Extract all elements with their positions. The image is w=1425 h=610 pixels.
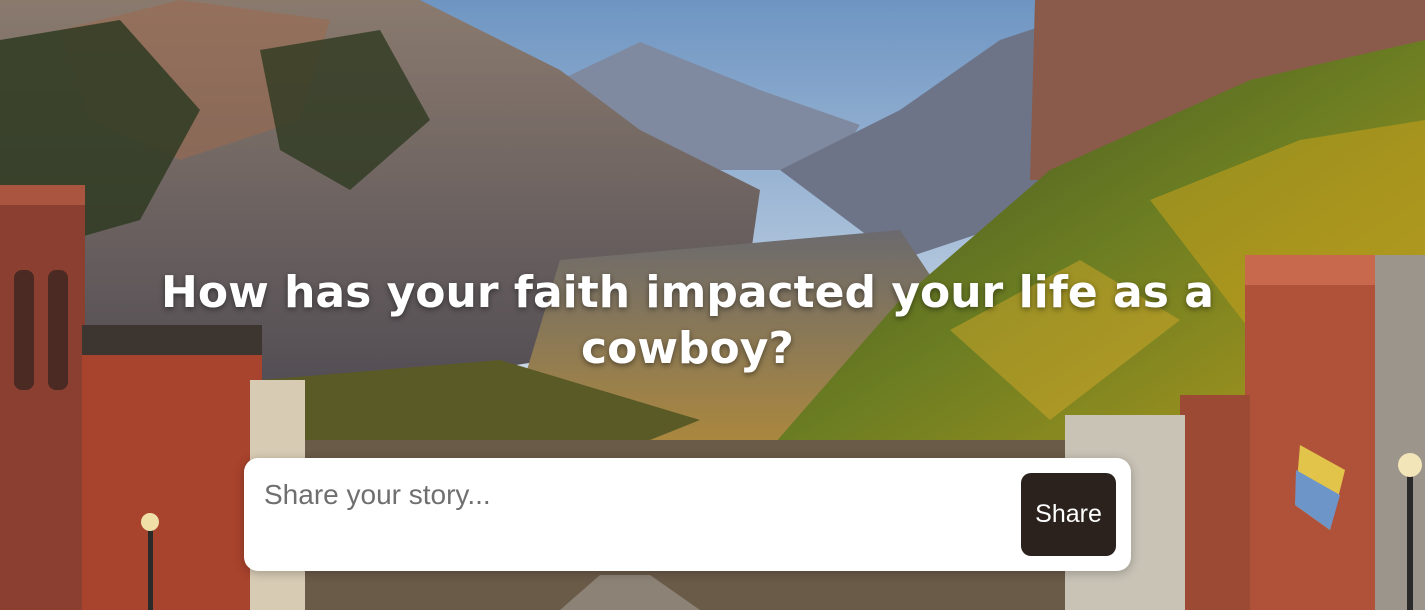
story-input[interactable]	[262, 474, 1006, 516]
share-button[interactable]: Share	[1021, 473, 1116, 556]
hero-section: How has your faith impacted your life as…	[0, 0, 1425, 610]
story-share-form: Share	[244, 458, 1131, 571]
hero-question-heading: How has your faith impacted your life as…	[161, 267, 1214, 375]
